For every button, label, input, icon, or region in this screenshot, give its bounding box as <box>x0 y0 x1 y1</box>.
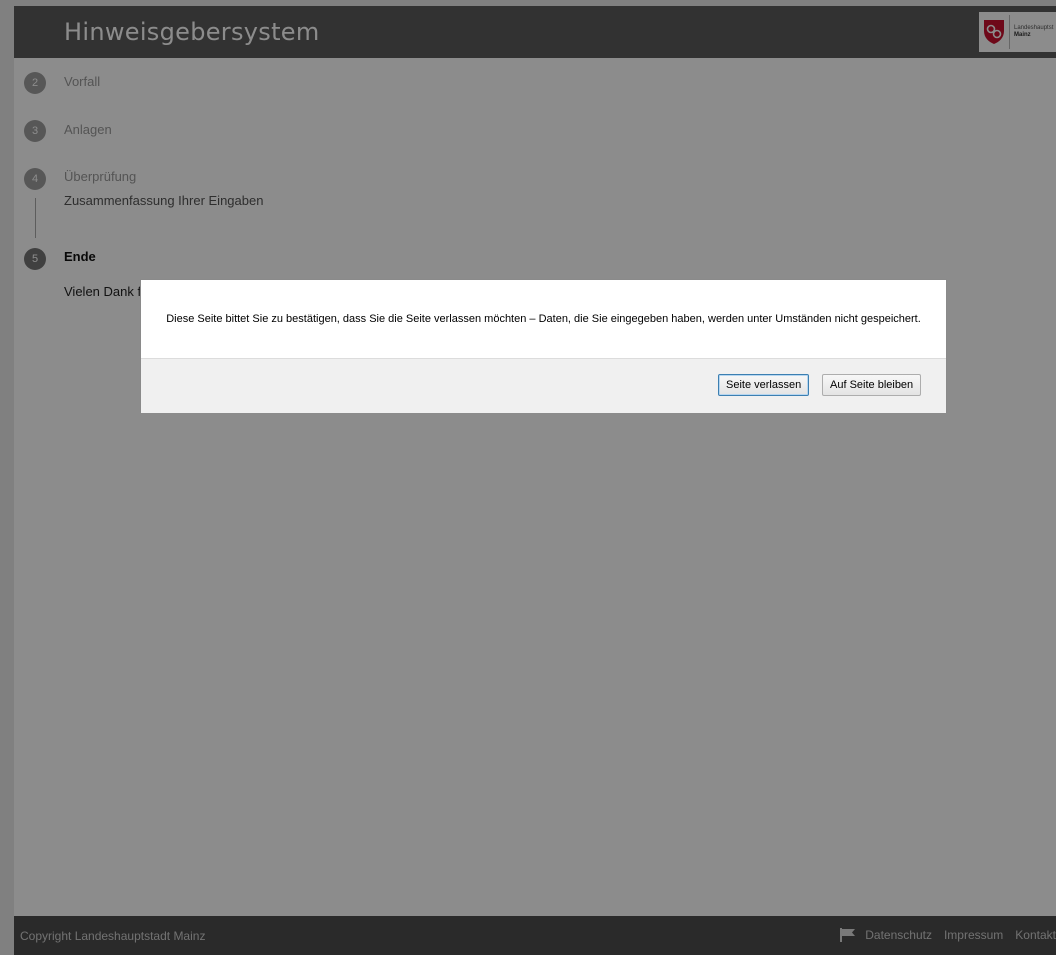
dialog-message: Diese Seite bittet Sie zu bestätigen, da… <box>166 313 921 325</box>
leave-page-dialog: Diese Seite bittet Sie zu bestätigen, da… <box>140 279 947 413</box>
stay-on-page-button[interactable]: Auf Seite bleiben <box>822 374 922 396</box>
dialog-actions: Seite verlassen Auf Seite bleiben <box>141 358 946 413</box>
modal-overlay: Diese Seite bittet Sie zu bestätigen, da… <box>0 0 1056 955</box>
leave-page-button[interactable]: Seite verlassen <box>718 374 810 396</box>
